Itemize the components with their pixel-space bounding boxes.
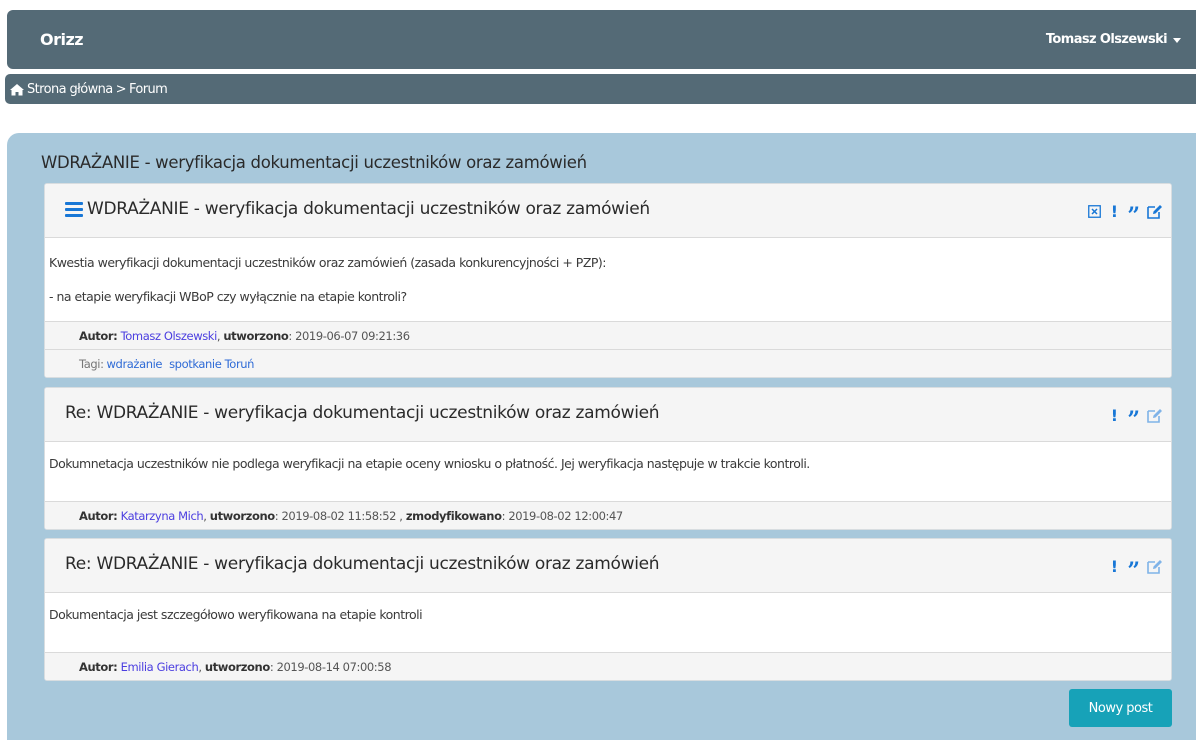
post-title: Re: WDRAŻANIE - weryfikacja dokumentacji… [65, 403, 660, 423]
created-date: 2019-08-14 07:00:58 [276, 659, 392, 674]
post-body: Dokumentacja jest szczegółowo weryfikowa… [45, 593, 1171, 652]
post-body-paragraph: Kwestia weryfikacji dokumentacji uczestn… [49, 255, 607, 270]
forum-post: Re: WDRAŻANIE - weryfikacja dokumentacji… [44, 538, 1172, 681]
post-title-text: Re: WDRAŻANIE - weryfikacja dokumentacji… [65, 403, 660, 423]
edit-icon[interactable] [1147, 204, 1163, 219]
modified-date: 2019-08-02 12:00:47 [508, 508, 623, 523]
edit-icon[interactable] [1147, 408, 1163, 423]
post-meta: Autor: Katarzyna Mich, utworzono: 2019-0… [45, 501, 1171, 529]
author-label: Autor: [79, 508, 118, 523]
user-name: Tomasz Olszewski [1045, 32, 1168, 47]
report-icon[interactable]: ! [1110, 406, 1118, 425]
post-body: Kwestia weryfikacji dokumentacji uczestn… [45, 238, 1171, 321]
created-label: utworzono [209, 508, 275, 523]
breadcrumb: Strona główna > Forum [5, 74, 1196, 104]
breadcrumb-current[interactable]: Forum [129, 82, 168, 97]
author-link[interactable]: Tomasz Olszewski [121, 329, 218, 343]
tag-link[interactable]: spotkanie Toruń [169, 357, 254, 371]
brand-logo[interactable]: Orizz [40, 30, 84, 49]
post-actions: ! ” [1110, 557, 1163, 582]
quote-icon[interactable]: ” [1127, 408, 1140, 431]
user-menu[interactable]: Tomasz Olszewski [1046, 32, 1181, 47]
home-icon [10, 83, 24, 95]
post-body-paragraph: Dokumnetacja uczestników nie podlega wer… [49, 456, 810, 471]
author-label: Autor: [79, 328, 118, 343]
post-body-paragraph: - na etapie weryfikacji WBoP czy wyłączn… [49, 289, 407, 304]
new-post-button[interactable]: Nowy post [1069, 689, 1172, 727]
created-label: utworzono [223, 328, 289, 343]
author-link[interactable]: Emilia Gierach [121, 660, 199, 674]
author-link[interactable]: Katarzyna Mich [121, 509, 204, 523]
post-title: Re: WDRAŻANIE - weryfikacja dokumentacji… [65, 554, 660, 574]
close-thread-icon[interactable] [1088, 205, 1102, 218]
report-icon[interactable]: ! [1110, 202, 1118, 221]
created-label: utworzono [204, 659, 270, 674]
modified-label: zmodyfikowano [405, 508, 502, 523]
edit-icon[interactable] [1147, 559, 1163, 574]
post-actions: ! ” [1110, 406, 1163, 431]
post-header: Re: WDRAŻANIE - weryfikacja dokumentacji… [45, 388, 1171, 442]
tag-link[interactable]: wdrażanie [107, 357, 163, 371]
post-meta: Autor: Emilia Gierach, utworzono: 2019-0… [45, 652, 1171, 680]
author-label: Autor: [79, 659, 118, 674]
list-icon[interactable] [65, 201, 83, 217]
report-icon[interactable]: ! [1110, 557, 1118, 576]
post-title: WDRAŻANIE - weryfikacja dokumentacji ucz… [65, 199, 650, 219]
chevron-down-icon [1173, 37, 1181, 43]
top-navbar: Orizz Tomasz Olszewski [7, 10, 1196, 69]
post-body-paragraph: Dokumentacja jest szczegółowo weryfikowa… [49, 607, 423, 622]
quote-icon[interactable]: ” [1127, 204, 1140, 227]
created-date: 2019-06-07 09:21:36 [295, 328, 410, 343]
created-date: 2019-08-02 11:58:52 [281, 508, 397, 523]
post-title-text: Re: WDRAŻANIE - weryfikacja dokumentacji… [65, 554, 660, 574]
post-title-text: WDRAŻANIE - weryfikacja dokumentacji ucz… [87, 199, 650, 219]
tags-label: Tagi: [79, 356, 104, 371]
post-header: Re: WDRAŻANIE - weryfikacja dokumentacji… [45, 539, 1171, 593]
post-body: Dokumnetacja uczestników nie podlega wer… [45, 442, 1171, 501]
breadcrumb-separator: > [115, 81, 127, 97]
page-title: WDRAŻANIE - weryfikacja dokumentacji ucz… [41, 153, 587, 172]
post-tags: Tagi: wdrażanie spotkanie Toruń [45, 349, 1171, 377]
breadcrumb-home-link[interactable]: Strona główna [27, 82, 113, 97]
quote-icon[interactable]: ” [1127, 559, 1140, 582]
post-meta: Autor: Tomasz Olszewski, utworzono: 2019… [45, 321, 1171, 349]
post-actions: ! ” [1088, 202, 1163, 227]
forum-post: Re: WDRAŻANIE - weryfikacja dokumentacji… [44, 387, 1172, 530]
forum-post: WDRAŻANIE - weryfikacja dokumentacji ucz… [44, 183, 1172, 378]
forum-thread-panel: WDRAŻANIE - weryfikacja dokumentacji ucz… [7, 133, 1196, 740]
post-header: WDRAŻANIE - weryfikacja dokumentacji ucz… [45, 184, 1171, 238]
